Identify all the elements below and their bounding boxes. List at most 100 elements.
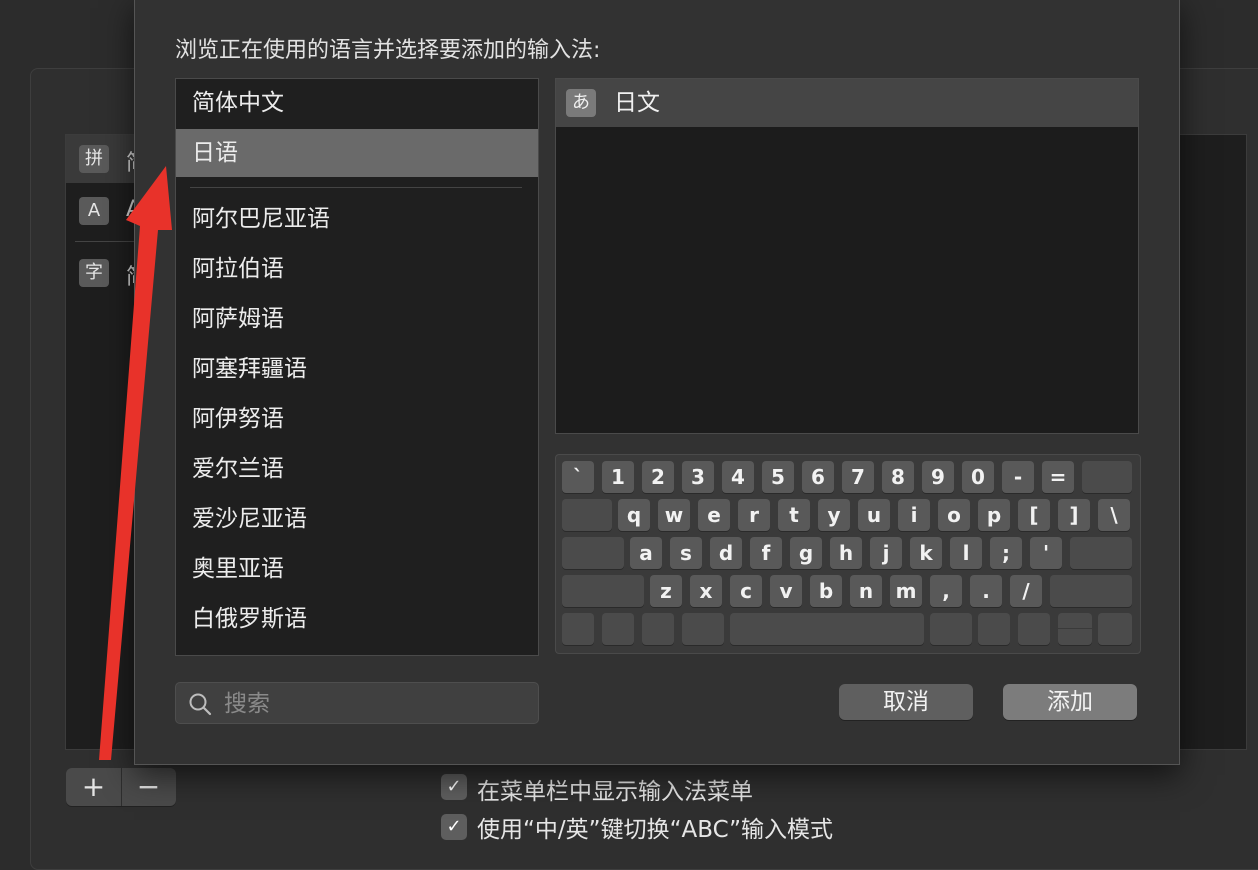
key-4: 4 — [722, 461, 754, 493]
control-key — [602, 613, 634, 645]
key-e: e — [698, 499, 730, 531]
arrow-up-down-key — [1058, 613, 1092, 645]
key-c: c — [730, 575, 762, 607]
key-y: y — [818, 499, 850, 531]
key-5: 5 — [762, 461, 794, 493]
language-item[interactable]: 白俄罗斯语 — [176, 595, 538, 643]
key-]: ] — [1058, 499, 1090, 531]
key-x: x — [690, 575, 722, 607]
cancel-button[interactable]: 取消 — [839, 684, 973, 720]
command-key — [930, 613, 972, 645]
key-f: f — [750, 537, 782, 569]
key-b: b — [810, 575, 842, 607]
key-.: . — [970, 575, 1002, 607]
key-=: = — [1042, 461, 1074, 493]
key-z: z — [650, 575, 682, 607]
modifier-key — [562, 499, 612, 531]
key-': ' — [1030, 537, 1062, 569]
language-item[interactable]: 阿萨姆语 — [176, 295, 538, 343]
keyboard-layout-preview: ` 1 2 3 4 5 6 7 8 9 0- = q w e r t y u i o p[] \ a s d f g h j k l; ' z x c… — [555, 454, 1141, 654]
caps-switch-checkbox[interactable]: ✓ — [441, 814, 467, 840]
character-icon: 字 — [79, 259, 109, 287]
key--: - — [1002, 461, 1034, 493]
language-item[interactable]: 奥里亚语 — [176, 545, 538, 593]
key-k: k — [910, 537, 942, 569]
key-i: i — [898, 499, 930, 531]
command-key — [682, 613, 724, 645]
option-key — [642, 613, 674, 645]
modifier-key — [562, 537, 624, 569]
key-p: p — [978, 499, 1010, 531]
language-item[interactable]: 简体中文 — [176, 79, 538, 127]
arrow-right-key — [1098, 613, 1132, 645]
key-1: 1 — [602, 461, 634, 493]
add-input-method-button[interactable]: + — [66, 768, 122, 806]
key-,: , — [930, 575, 962, 607]
key-2: 2 — [642, 461, 674, 493]
arrow-left-key — [1018, 613, 1050, 645]
search-field[interactable] — [175, 682, 539, 724]
key-u: u — [858, 499, 890, 531]
language-item[interactable]: 阿拉伯语 — [176, 245, 538, 293]
input-method-label: 日文 — [614, 90, 660, 116]
language-list[interactable]: 简体中文 日语 阿尔巴尼亚语 阿拉伯语 阿萨姆语 阿塞拜疆语 阿伊努语 爱尔兰语… — [175, 78, 539, 656]
dialog-prompt: 浏览正在使用的语言并选择要添加的输入法: — [175, 38, 601, 63]
key-v: v — [770, 575, 802, 607]
language-item-selected[interactable]: 日语 — [176, 129, 538, 177]
key-r: r — [738, 499, 770, 531]
language-item[interactable]: 爱尔兰语 — [176, 445, 538, 493]
key-a: a — [630, 537, 662, 569]
add-input-source-sheet: 浏览正在使用的语言并选择要添加的输入法: 简体中文 日语 阿尔巴尼亚语 阿拉伯语… — [134, 0, 1180, 765]
fn-key — [562, 613, 594, 645]
remove-input-method-button[interactable]: − — [121, 768, 176, 806]
add-button[interactable]: 添加 — [1003, 684, 1137, 720]
language-divider — [190, 187, 522, 188]
caps-switch-label: 使用“中/英”键切换“ABC”输入模式 — [477, 817, 834, 843]
language-item[interactable]: 阿尔巴尼亚语 — [176, 195, 538, 243]
key-n: n — [850, 575, 882, 607]
key-\: \ — [1098, 499, 1130, 531]
key-q: q — [618, 499, 650, 531]
key-g: g — [790, 537, 822, 569]
key-h: h — [830, 537, 862, 569]
search-input[interactable] — [222, 687, 526, 721]
arrow-key-divider — [1058, 628, 1092, 629]
input-method-row-selected[interactable]: あ 日文 — [556, 79, 1138, 127]
key-s: s — [670, 537, 702, 569]
key-w: w — [658, 499, 690, 531]
key-j: j — [870, 537, 902, 569]
modifier-key — [562, 575, 644, 607]
key-9: 9 — [922, 461, 954, 493]
language-item[interactable]: 爱沙尼亚语 — [176, 495, 538, 543]
key-o: o — [938, 499, 970, 531]
language-item[interactable]: 阿塞拜疆语 — [176, 345, 538, 393]
show-input-menu-label: 在菜单栏中显示输入法菜单 — [477, 779, 753, 805]
modifier-key — [1050, 575, 1132, 607]
pinyin-icon: 拼 — [79, 145, 109, 173]
key-8: 8 — [882, 461, 914, 493]
add-remove-control: + − — [66, 768, 176, 806]
key-t: t — [778, 499, 810, 531]
hiragana-icon: あ — [566, 89, 596, 117]
key-3: 3 — [682, 461, 714, 493]
key-;: ; — [990, 537, 1022, 569]
language-item[interactable]: 阿伊努语 — [176, 395, 538, 443]
input-method-list[interactable]: あ 日文 — [555, 78, 1139, 434]
key-`: ` — [562, 461, 594, 493]
option-key — [978, 613, 1010, 645]
key-m: m — [890, 575, 922, 607]
key-d: d — [710, 537, 742, 569]
modifier-key — [1070, 537, 1132, 569]
key-0: 0 — [962, 461, 994, 493]
modifier-key — [1082, 461, 1132, 493]
key-/: / — [1010, 575, 1042, 607]
abc-icon: A — [79, 197, 109, 225]
space-bar-key — [730, 613, 924, 645]
list-divider — [75, 241, 135, 242]
key-6: 6 — [802, 461, 834, 493]
key-7: 7 — [842, 461, 874, 493]
key-[: [ — [1018, 499, 1050, 531]
show-input-menu-checkbox[interactable]: ✓ — [441, 774, 467, 800]
key-l: l — [950, 537, 982, 569]
search-icon — [189, 693, 212, 716]
